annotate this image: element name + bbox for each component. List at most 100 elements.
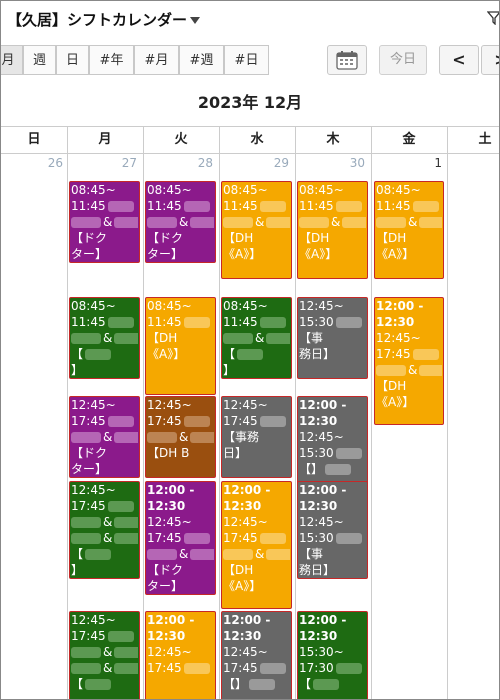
event-line: 12:00 -	[299, 613, 347, 627]
shift-event[interactable]: 12:00 - 12:30 12:45~ 15:30 【事 務日】	[297, 481, 368, 579]
shift-event[interactable]: 12:00 - 12:30 12:45~ 17:45 & 【DH 《A》】	[374, 297, 444, 425]
shift-event[interactable]: 12:45~ 17:45 & & 【	[69, 611, 140, 699]
event-line: &	[71, 514, 138, 530]
redacted-name	[71, 432, 101, 443]
event-text: 17:45	[223, 531, 258, 545]
event-line: &	[376, 362, 442, 378]
event-line: 12:45~	[71, 398, 116, 412]
shift-event[interactable]: 08:45~ 11:45 & 【DH 《A》】	[221, 181, 292, 279]
next-button[interactable]: >	[481, 45, 499, 75]
event-line: 11:45	[223, 198, 290, 214]
event-line: 12:30	[299, 499, 338, 513]
shift-event[interactable]: 12:00 - 12:30 12:45~ 17:45 【】	[221, 611, 292, 699]
shift-event[interactable]: 08:45~ 11:45 & 【】	[221, 297, 292, 379]
event-line: &	[71, 429, 138, 445]
event-text: 11:45	[71, 315, 106, 329]
view-day-button[interactable]: 日	[56, 45, 89, 75]
event-line: 12:30	[147, 499, 186, 513]
event-line: 12:45~	[223, 645, 268, 659]
date-cell-1[interactable]: 1	[382, 156, 442, 170]
redacted-name	[335, 533, 362, 544]
redacted-name	[183, 533, 210, 544]
date-cell-29[interactable]: 29	[229, 156, 289, 170]
view-hash-day-button[interactable]: #日	[224, 45, 269, 75]
event-line: 12:30	[376, 315, 415, 329]
event-line: 15:30~	[299, 645, 344, 659]
redacted-name	[342, 217, 366, 228]
event-text: 【	[71, 677, 84, 691]
shift-event[interactable]: 12:00 - 12:30 12:45~ 17:45 & 【DH 《A》】	[221, 481, 292, 609]
weekday-wed: 水	[250, 132, 264, 147]
date-cell-30[interactable]: 30	[305, 156, 365, 170]
redacted-name	[259, 663, 286, 674]
shift-event[interactable]: 08:45~ 11:45 & 【ドク ター】	[69, 181, 140, 263]
shift-event[interactable]: 08:45~ 11:45 & 【】	[69, 297, 140, 379]
redacted-name	[183, 663, 210, 674]
event-text: 11:45	[376, 199, 411, 213]
redacted-name	[259, 317, 286, 328]
calendar-title-dropdown[interactable]: 【久居】シフトカレンダー	[7, 9, 201, 30]
event-text: &	[103, 515, 113, 529]
shift-event[interactable]: 12:00 - 12:30 12:45~ 17:45 & 【ドク ター】	[145, 481, 216, 595]
shift-event[interactable]: 12:45~ 15:30 【事 務日】	[297, 297, 368, 379]
redacted-name	[114, 432, 138, 443]
shift-event[interactable]: 08:45~ 11:45 & 【DH 《A》】	[374, 181, 444, 279]
event-line: &	[147, 546, 214, 562]
event-line: 12:45~	[147, 645, 192, 659]
date-cell-26[interactable]: 26	[3, 156, 63, 170]
redacted-name	[335, 663, 362, 674]
today-button[interactable]: 今日	[379, 45, 427, 75]
event-line: 《A》】	[376, 395, 415, 409]
event-line: &	[71, 530, 138, 546]
shift-event[interactable]: 12:45~ 17:45 & 【DH B	[145, 396, 216, 478]
shift-event[interactable]: 12:45~ 17:45 【事務 日】	[221, 396, 292, 478]
event-text: 17:30	[299, 661, 334, 675]
event-text: 15:30	[299, 446, 334, 460]
event-line: 17:45	[147, 660, 214, 676]
event-line: 15:30	[299, 445, 366, 461]
shift-event[interactable]: 08:45~ 11:45 & 【ドク ター】	[145, 181, 216, 263]
column-divider	[219, 126, 220, 699]
redacted-name	[114, 217, 138, 228]
redacted-name	[147, 549, 177, 560]
view-week-button[interactable]: 週	[23, 45, 56, 75]
shift-event[interactable]: 12:45~ 17:45 & 【ドク ター】	[69, 396, 140, 478]
redacted-name	[223, 549, 253, 560]
calendar-icon	[336, 51, 358, 70]
event-line: 12:30	[223, 629, 262, 643]
event-text: &	[179, 547, 189, 561]
shift-event[interactable]: 08:45~ 11:45 【DH 《A》】	[145, 297, 216, 395]
event-line: 12:45~	[299, 515, 344, 529]
redacted-name	[190, 217, 214, 228]
event-line: 【	[71, 346, 138, 362]
event-text: &	[103, 531, 113, 545]
event-line: 08:45~	[223, 183, 268, 197]
shift-event[interactable]: 12:45~ 17:45 & & 【】	[69, 481, 140, 579]
column-divider	[447, 126, 448, 699]
event-line: 【】	[223, 676, 290, 692]
date-picker-button[interactable]	[327, 45, 367, 75]
shift-event[interactable]: 12:00 - 12:30 12:45~ 15:30 【】	[297, 396, 368, 494]
redacted-name	[114, 333, 138, 344]
shift-event[interactable]: 08:45~ 11:45 & 【DH 《A》】	[297, 181, 368, 279]
date-cell-27[interactable]: 27	[77, 156, 137, 170]
shift-event[interactable]: 12:00 - 12:30 15:30~ 17:30 【	[297, 611, 368, 699]
event-text: &	[408, 215, 418, 229]
view-month-button[interactable]: 月	[1, 45, 23, 75]
view-hash-week-button[interactable]: #週	[179, 45, 224, 75]
event-line: 12:00 -	[299, 398, 347, 412]
redacted-name	[259, 201, 286, 212]
filter-icon[interactable]	[487, 11, 500, 25]
date-cell-28[interactable]: 28	[153, 156, 213, 170]
event-line: 17:45	[71, 498, 138, 514]
event-line: 08:45~	[299, 183, 344, 197]
shift-event[interactable]: 12:00 - 12:30 12:45~ 17:45	[145, 611, 216, 699]
column-divider	[143, 126, 144, 699]
event-text: &	[255, 331, 265, 345]
prev-button[interactable]: <	[439, 45, 479, 75]
redacted-name	[266, 549, 290, 560]
view-hash-month-button[interactable]: #月	[134, 45, 179, 75]
calendar-title: 【久居】シフトカレンダー	[7, 11, 188, 29]
view-hash-year-button[interactable]: #年	[89, 45, 134, 75]
event-line: 08:45~	[71, 183, 116, 197]
